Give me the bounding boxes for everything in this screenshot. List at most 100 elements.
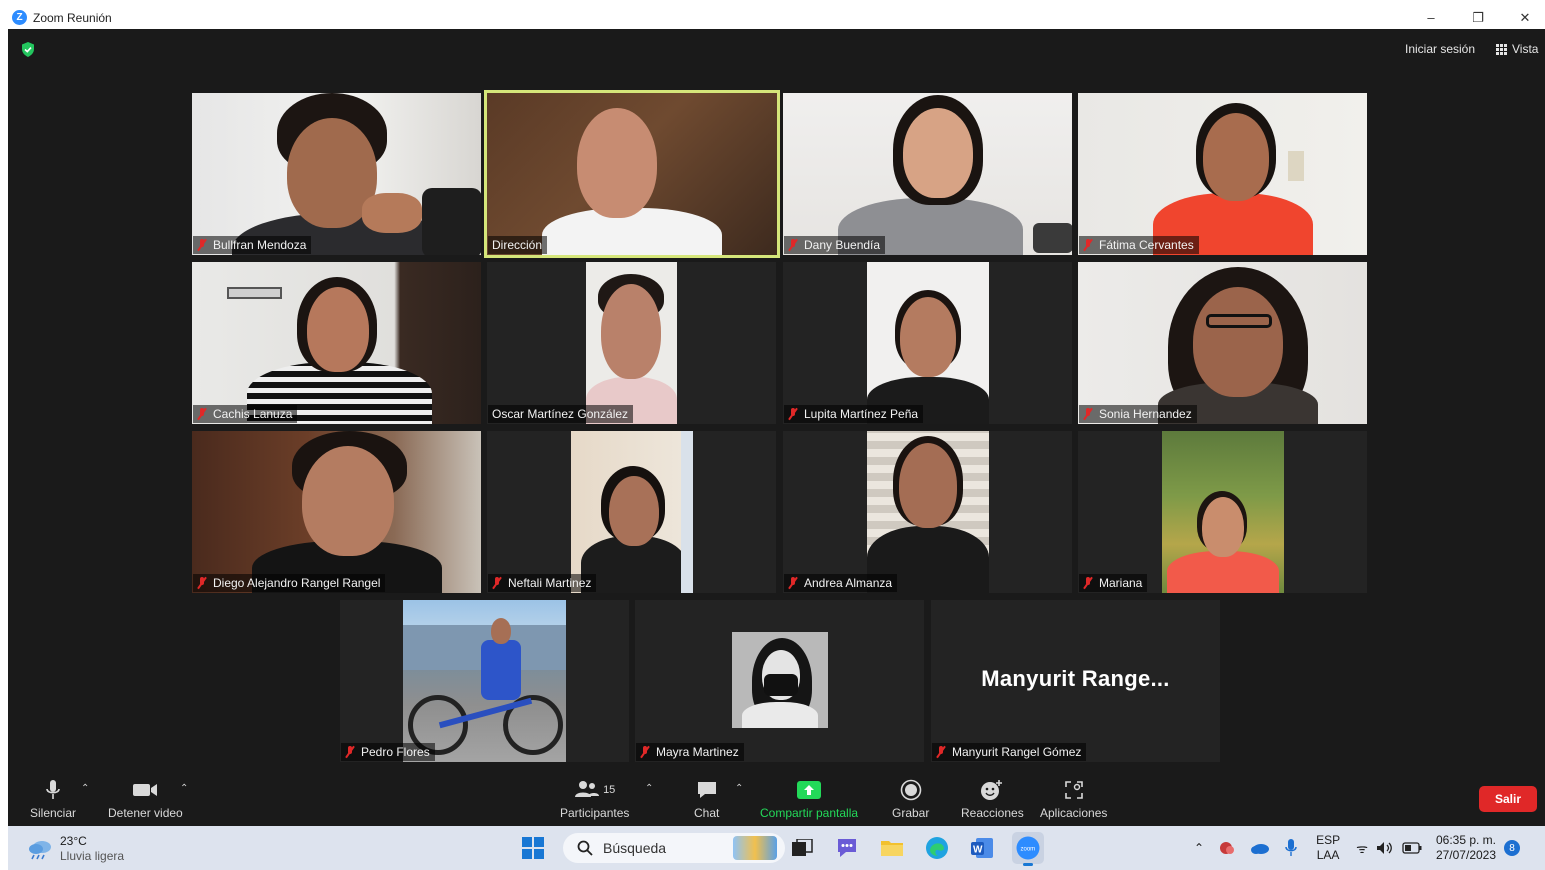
participant-nameplate: Manyurit Rangel Gómez xyxy=(932,743,1087,761)
participants-button[interactable]: 15 Participantes xyxy=(560,778,629,820)
share-screen-icon xyxy=(797,781,822,799)
creative-cloud-icon[interactable] xyxy=(1218,839,1236,857)
weather-rain-cloud-icon xyxy=(29,841,51,860)
participant-name: Fátima Cervantes xyxy=(1099,238,1194,252)
view-button[interactable]: Vista xyxy=(1490,39,1544,59)
video-tile[interactable]: Mariana xyxy=(1078,431,1367,593)
notification-badge[interactable]: 8 xyxy=(1504,840,1521,856)
participant-name: Diego Alejandro Rangel Rangel xyxy=(213,576,381,590)
participants-count: 15 xyxy=(603,784,616,796)
participant-video xyxy=(192,431,481,593)
tray-overflow-chevron-icon[interactable]: ⌃ xyxy=(1194,841,1204,855)
file-explorer-icon[interactable] xyxy=(879,835,905,861)
video-tile[interactable]: Diego Alejandro Rangel Rangel xyxy=(192,431,481,593)
mic-muted-icon xyxy=(936,746,946,758)
search-placeholder: Búsqueda xyxy=(603,840,667,856)
zoom-logo-icon: Z xyxy=(12,10,27,25)
video-tile[interactable]: Fátima Cervantes xyxy=(1078,93,1367,255)
participants-options-chevron-icon[interactable]: ⌃ xyxy=(645,783,653,794)
word-icon[interactable]: W xyxy=(969,835,995,861)
restore-button[interactable]: ❐ xyxy=(1455,6,1501,29)
mic-muted-icon xyxy=(1083,408,1093,420)
share-screen-button[interactable]: Compartir pantalla xyxy=(760,778,858,820)
mic-muted-icon xyxy=(197,577,207,589)
participant-name: Cachis Lanuza xyxy=(213,407,293,421)
meeting-toolbar: Silenciar ⌃ Detener video ⌃ 15 Participa… xyxy=(8,774,1545,826)
participant-display-name: Manyurit Range... xyxy=(981,666,1170,691)
onedrive-cloud-icon[interactable] xyxy=(1250,841,1270,855)
video-camera-icon xyxy=(133,784,158,796)
taskbar-search-box[interactable]: Búsqueda xyxy=(563,833,785,863)
window-titlebar: Z Zoom Reunión – ❐ ✕ xyxy=(8,6,1545,29)
microphone-tray-icon[interactable] xyxy=(1284,838,1298,858)
mic-muted-icon xyxy=(1083,577,1093,589)
video-tile-active-speaker[interactable]: Dirección xyxy=(484,90,780,258)
participant-avatar-photo xyxy=(732,632,828,728)
participant-video xyxy=(192,93,481,255)
task-view-icon[interactable] xyxy=(789,835,815,861)
video-tile[interactable]: Oscar Martínez González xyxy=(487,262,776,424)
participant-nameplate: Andrea Almanza xyxy=(784,574,898,592)
signin-button[interactable]: Iniciar sesión xyxy=(1399,39,1481,59)
participant-nameplate: Pedro Flores xyxy=(341,743,435,761)
participant-video xyxy=(192,262,481,424)
video-tile[interactable]: Pedro Flores xyxy=(340,600,629,762)
mic-muted-icon xyxy=(1083,239,1093,251)
participant-video xyxy=(1162,431,1284,593)
audio-options-chevron-icon[interactable]: ⌃ xyxy=(81,783,89,794)
participant-nameplate: Cachis Lanuza xyxy=(193,405,298,423)
language-indicator[interactable]: ESP LAA xyxy=(1316,833,1340,863)
participant-video xyxy=(571,431,693,593)
participant-video xyxy=(867,431,989,593)
participant-nameplate: Lupita Martínez Peña xyxy=(784,405,924,423)
view-label: Vista xyxy=(1512,42,1539,56)
participant-name: Lupita Martínez Peña xyxy=(804,407,919,421)
record-button[interactable]: Grabar xyxy=(892,778,929,820)
reactions-button[interactable]: Reacciones xyxy=(961,778,1024,820)
security-shield-icon[interactable] xyxy=(21,42,35,57)
chat-options-chevron-icon[interactable]: ⌃ xyxy=(735,783,743,794)
video-tile[interactable]: Neftali Martinez xyxy=(487,431,776,593)
zoom-app-icon[interactable]: zoom xyxy=(1012,832,1044,866)
video-tile[interactable]: Sonia Hernandez xyxy=(1078,262,1367,424)
clock[interactable]: 06:35 p. m. 27/07/2023 xyxy=(1436,833,1496,863)
wifi-icon[interactable]: ᯤ xyxy=(1356,839,1368,857)
mute-button[interactable]: Silenciar xyxy=(30,778,76,820)
teams-chat-icon[interactable] xyxy=(834,835,860,861)
windows-taskbar: 23°C Lluvia ligera Búsqueda W zoom ⌃ ESP… xyxy=(8,826,1545,870)
mic-muted-icon xyxy=(345,746,355,758)
participant-video xyxy=(867,262,989,424)
window-title: Zoom Reunión xyxy=(33,10,112,25)
minimize-button[interactable]: – xyxy=(1408,6,1454,29)
close-button[interactable]: ✕ xyxy=(1502,6,1545,29)
battery-icon[interactable] xyxy=(1402,842,1422,854)
video-tile[interactable]: Andrea Almanza xyxy=(783,431,1072,593)
mic-muted-icon xyxy=(788,408,798,420)
video-tile[interactable]: Cachis Lanuza xyxy=(192,262,481,424)
participant-video xyxy=(1078,93,1367,255)
leave-meeting-button[interactable]: Salir xyxy=(1479,786,1537,812)
stop-video-button[interactable]: Detener video xyxy=(108,778,183,820)
chat-label: Chat xyxy=(694,806,720,820)
video-tile[interactable]: Dany Buendía xyxy=(783,93,1072,255)
video-options-chevron-icon[interactable]: ⌃ xyxy=(180,783,188,794)
video-tile[interactable]: Bullfran Mendoza xyxy=(192,93,481,255)
windows-start-icon[interactable] xyxy=(520,835,546,861)
weather-widget[interactable]: 23°C Lluvia ligera xyxy=(26,834,124,864)
participant-video xyxy=(783,93,1072,255)
video-tile[interactable]: Lupita Martínez Peña xyxy=(783,262,1072,424)
signin-label: Iniciar sesión xyxy=(1405,42,1476,56)
mic-muted-icon xyxy=(788,239,798,251)
clock-date: 27/07/2023 xyxy=(1435,848,1497,862)
participant-video xyxy=(1078,262,1367,424)
participant-nameplate: Dirección xyxy=(488,236,548,254)
chat-button[interactable]: Chat xyxy=(694,778,719,820)
participant-nameplate: Mariana xyxy=(1079,574,1148,592)
video-tile[interactable]: Manyurit Range... Manyurit Rangel Gómez xyxy=(931,600,1220,762)
video-tile[interactable]: Mayra Martinez xyxy=(635,600,924,762)
edge-browser-icon[interactable] xyxy=(924,835,950,861)
microphone-icon xyxy=(46,780,60,799)
share-screen-label: Compartir pantalla xyxy=(760,806,859,820)
apps-button[interactable]: Aplicaciones xyxy=(1040,778,1107,820)
volume-icon[interactable] xyxy=(1376,841,1394,855)
